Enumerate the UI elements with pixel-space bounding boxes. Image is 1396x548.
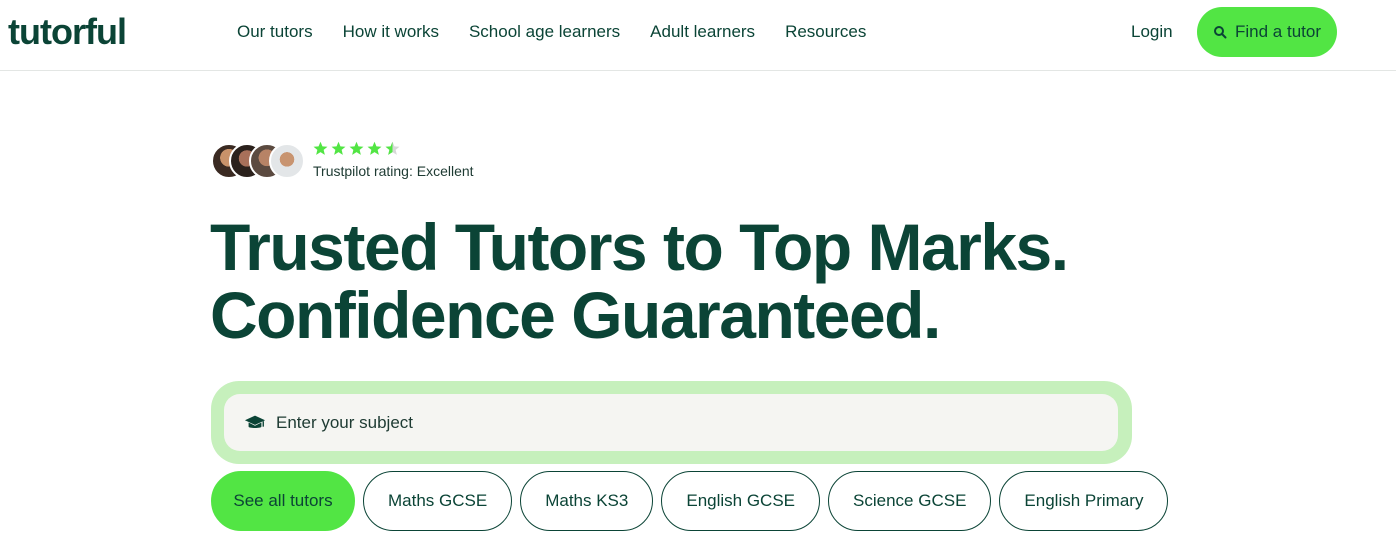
star-icon (331, 141, 346, 155)
nav-how-it-works[interactable]: How it works (343, 21, 439, 43)
nav-resources[interactable]: Resources (785, 21, 866, 43)
chip-english-primary[interactable]: English Primary (999, 471, 1169, 531)
chip-english-gcse[interactable]: English GCSE (661, 471, 821, 531)
hero-headline-line-1: Trusted Tutors to Top Marks. (210, 210, 1069, 284)
search-icon (1214, 26, 1227, 39)
trustpilot-rating-text: Trustpilot rating: Excellent (313, 163, 474, 179)
half-star-icon (385, 141, 400, 155)
main-nav: Our tutors How it works School age learn… (237, 21, 866, 43)
star-icon (313, 141, 328, 155)
chip-maths-gcse[interactable]: Maths GCSE (363, 471, 513, 531)
avatar (269, 143, 305, 179)
subject-search-input[interactable]: Enter your subject (224, 394, 1118, 451)
star-icon (367, 141, 382, 155)
star-icon (349, 141, 364, 155)
nav-school-age-learners[interactable]: School age learners (469, 21, 620, 43)
see-all-tutors-button[interactable]: See all tutors (211, 471, 355, 531)
site-header: tutorful Our tutors How it works School … (0, 0, 1396, 71)
nav-adult-learners[interactable]: Adult learners (650, 21, 755, 43)
hero-headline: Trusted Tutors to Top Marks. Confidence … (210, 210, 1069, 352)
chip-science-gcse[interactable]: Science GCSE (828, 471, 992, 531)
tutorful-logo[interactable]: tutorful (8, 12, 127, 52)
nav-our-tutors[interactable]: Our tutors (237, 21, 313, 43)
login-link[interactable]: Login (1131, 21, 1173, 43)
learner-avatars (211, 143, 311, 181)
trustpilot-stars (313, 141, 400, 156)
subject-search-placeholder: Enter your subject (276, 412, 414, 432)
chip-maths-ks3[interactable]: Maths KS3 (520, 471, 654, 531)
find-a-tutor-button[interactable]: Find a tutor (1197, 7, 1337, 57)
subject-search-container: Enter your subject (211, 381, 1132, 464)
graduation-cap-icon (244, 415, 266, 428)
subject-quick-links: See all tutors Maths GCSE Maths KS3 Engl… (211, 471, 1169, 531)
hero-headline-line-2: Confidence Guaranteed. (210, 278, 941, 352)
find-a-tutor-label: Find a tutor (1235, 22, 1321, 41)
